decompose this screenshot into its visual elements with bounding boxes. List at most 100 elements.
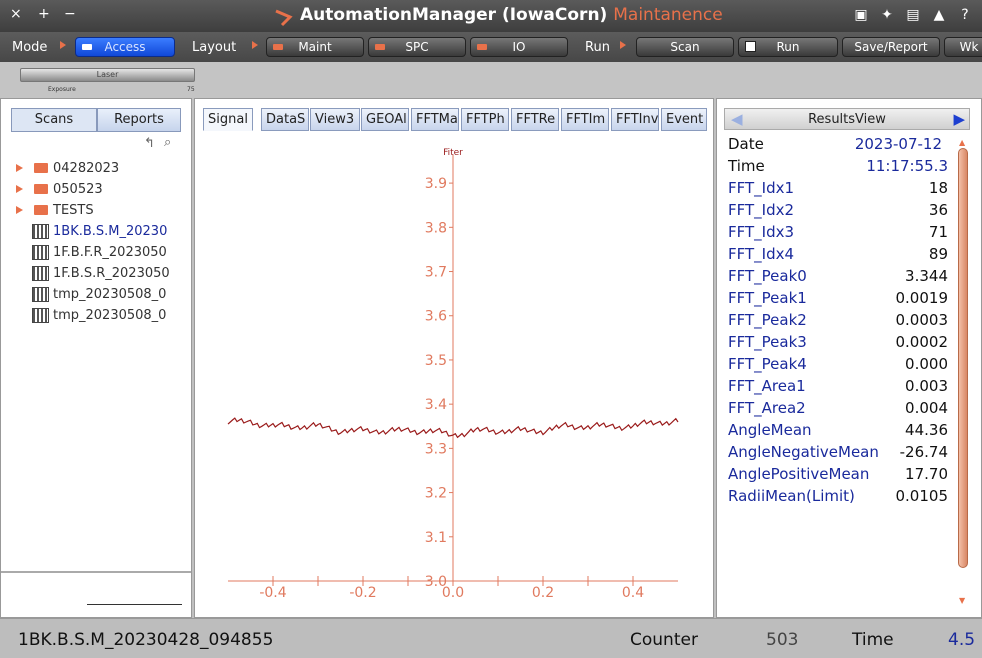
row-value: 0.0019 (895, 289, 949, 307)
expand-icon[interactable] (16, 185, 23, 193)
run-button[interactable]: Run (738, 37, 838, 57)
add-button[interactable]: + (38, 6, 50, 22)
y-tick-label: 3.9 (425, 176, 447, 192)
tab-datas[interactable]: DataS (261, 108, 309, 131)
mode-label: Mode (12, 40, 48, 55)
minimize-button[interactable]: − (64, 6, 76, 22)
tab-scans[interactable]: Scans (11, 108, 97, 132)
results-row: FFT_Peak4 0.000 (728, 353, 948, 375)
row-value: 44.36 (905, 421, 948, 439)
laser-slider[interactable]: Laser (20, 68, 195, 82)
io-label: IO (512, 40, 526, 54)
close-button[interactable]: × (10, 6, 22, 22)
spc-label: SPC (405, 40, 429, 54)
tree-folder[interactable]: TESTS (12, 200, 182, 221)
run-label: Run (585, 40, 610, 55)
expand-icon[interactable] (16, 164, 23, 172)
tab-fftph[interactable]: FFTPh (461, 108, 509, 131)
tab-geoal[interactable]: GEOAl (361, 108, 409, 131)
results-row: Date 2023-07-12 (728, 133, 948, 155)
folder-icon (34, 205, 48, 215)
spc-button[interactable]: SPC (368, 37, 466, 57)
tab-fftinv[interactable]: FFTInv (611, 108, 659, 131)
file-label: 1BK.B.S.M_20230 (53, 224, 168, 239)
tree-file[interactable]: tmp_20230508_0 (12, 305, 182, 326)
results-scrollbar[interactable] (958, 148, 968, 568)
row-value: 36 (928, 201, 948, 219)
row-value: 11:17:55.3 (866, 157, 948, 175)
row-key: AnglePositiveMean (728, 465, 870, 483)
scroll-down-icon[interactable]: ▼ (959, 596, 965, 605)
lock-icon[interactable]: ▲ (930, 6, 948, 24)
save-report-button[interactable]: Save/Report (842, 37, 940, 57)
counter-value: 503 (766, 630, 799, 650)
tab-fftre[interactable]: FFTRe (511, 108, 559, 131)
window-title: AutomationManager (IowaCorn) Maintanence (300, 5, 723, 25)
tree-file[interactable]: tmp_20230508_0 (12, 284, 182, 305)
slider-value: 75 (187, 86, 195, 93)
row-value: 18 (928, 179, 948, 197)
search-icon[interactable]: ⌕ (164, 135, 171, 150)
divider (1, 571, 191, 573)
status-bar: 1BK.B.S.M_20230428_094855 Counter 503 Ti… (0, 618, 982, 658)
maint-button[interactable]: Maint (266, 37, 364, 57)
back-icon[interactable]: ↰ (144, 136, 155, 151)
scan-tree: 04282023 050523 TESTS 1BK.B.S.M_20230 1F… (12, 158, 182, 326)
wk-button[interactable]: Wk (944, 37, 982, 57)
access-button[interactable]: Access (75, 37, 175, 57)
results-row: Time 11:17:55.3 (728, 155, 948, 177)
control-strip: Laser Exposure 75 (0, 62, 982, 98)
tree-file[interactable]: 1BK.B.S.M_20230 (12, 221, 182, 242)
tree-folder[interactable]: 04282023 (12, 158, 182, 179)
tools-icon[interactable]: ✦ (878, 6, 896, 24)
io-button[interactable]: IO (470, 37, 568, 57)
file-icon (32, 287, 49, 302)
y-tick-label: 3.7 (425, 265, 447, 281)
row-value: 0.0105 (895, 487, 949, 505)
arrow-icon (60, 41, 66, 49)
tab-view3[interactable]: View3 (310, 108, 360, 131)
file-icon (32, 266, 49, 281)
tab-event[interactable]: Event (661, 108, 707, 131)
results-row: FFT_Peak0 3.344 (728, 265, 948, 287)
tree-file[interactable]: 1F.B.F.R_2023050 (12, 242, 182, 263)
save-icon[interactable]: ▣ (852, 6, 870, 24)
run-button-label: Run (776, 40, 800, 54)
row-value: 0.0003 (895, 311, 949, 329)
results-row: AnglePositiveMean 17.70 (728, 463, 948, 485)
results-row: FFT_Peak2 0.0003 (728, 309, 948, 331)
row-key: FFT_Peak1 (728, 289, 807, 307)
tab-fftma[interactable]: FFTMa (411, 108, 459, 131)
scroll-up-icon[interactable]: ▲ (959, 138, 965, 147)
results-title: ResultsView (808, 112, 886, 127)
row-value: -26.74 (899, 443, 948, 461)
folder-label: TESTS (53, 203, 94, 218)
row-key: FFT_Idx1 (728, 179, 795, 197)
row-key: AngleMean (728, 421, 812, 439)
x-tick-label: 0.2 (532, 585, 554, 601)
tree-file[interactable]: 1F.B.S.R_2023050 (12, 263, 182, 284)
arrow-icon (252, 41, 258, 49)
row-value: 0.000 (905, 355, 948, 373)
checkbox-icon[interactable] (745, 41, 756, 52)
file-icon (32, 308, 49, 323)
tab-reports[interactable]: Reports (97, 108, 181, 132)
windows-icon[interactable]: ▤ (904, 6, 922, 24)
divider (87, 604, 182, 605)
scan-button[interactable]: Scan (636, 37, 734, 57)
row-value: 3.344 (905, 267, 948, 285)
expand-icon[interactable] (16, 206, 23, 214)
results-header: ◀ ResultsView ▶ (724, 108, 970, 130)
row-value: 2023-07-12 (854, 135, 942, 153)
help-icon[interactable]: ? (956, 6, 974, 24)
next-arrow-icon[interactable]: ▶ (953, 110, 965, 128)
row-key: FFT_Peak2 (728, 311, 807, 329)
row-key: FFT_Peak3 (728, 333, 807, 351)
tab-fftim[interactable]: FFTIm (561, 108, 609, 131)
y-tick-label: 3.3 (425, 441, 447, 457)
tab-signal[interactable]: Signal (203, 108, 253, 131)
results-row: RadiiMean(Limit) 0.0105 (728, 485, 948, 507)
row-value: 0.004 (905, 399, 948, 417)
file-icon (32, 245, 49, 260)
tree-folder[interactable]: 050523 (12, 179, 182, 200)
